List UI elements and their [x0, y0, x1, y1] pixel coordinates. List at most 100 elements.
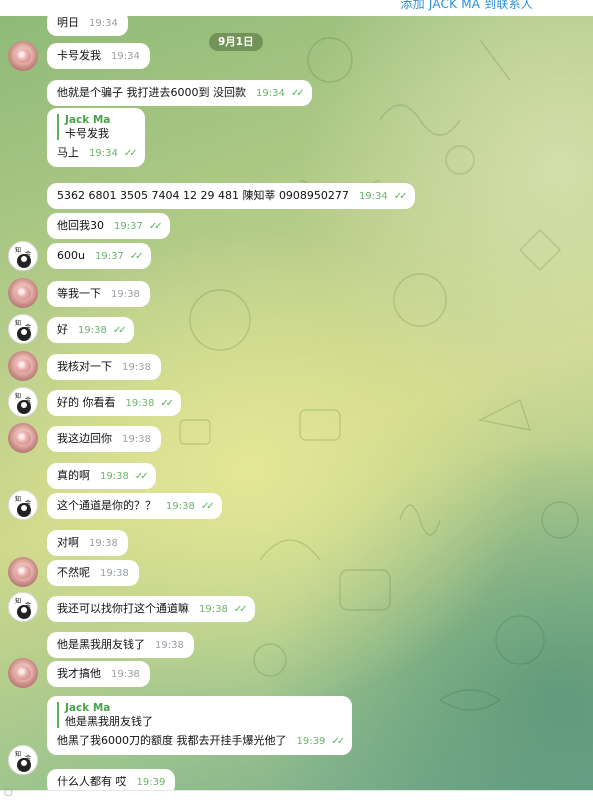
message-text: 我这边回你: [57, 432, 112, 445]
quoted-message[interactable]: Jack Ma 他是黑我朋友钱了: [57, 702, 342, 728]
message-time: 19:38: [111, 289, 140, 300]
message-time: 19:34: [111, 51, 140, 62]
message-bubble[interactable]: 真的啊 19:38 ✓✓: [47, 463, 156, 489]
message-time: 19:38: [155, 640, 184, 651]
attach-icon[interactable]: ○: [4, 787, 13, 798]
message-time: 19:34: [358, 191, 388, 202]
message-time: 19:39: [136, 777, 166, 788]
message-text: 我才搞他: [57, 667, 101, 680]
message-bubble[interactable]: 对啊 19:38: [47, 530, 128, 556]
message-time: 19:38: [100, 471, 129, 482]
read-receipt-icon: ✓✓: [123, 148, 138, 159]
message-bubble[interactable]: 他回我30 19:37 ✓✓: [47, 213, 170, 239]
reply-message-bubble[interactable]: Jack Ma 他是黑我朋友钱了 他黑了我6000刀的额度 我都去开挂手爆光他了…: [47, 696, 353, 755]
read-receipt-icon: ✓✓: [160, 398, 174, 409]
avatar[interactable]: 知金: [8, 387, 38, 417]
avatar[interactable]: [8, 557, 38, 587]
message-time: 19:38: [125, 398, 155, 409]
add-to-contacts-link[interactable]: 添加 JACK MA 到联系人: [400, 0, 533, 12]
avatar[interactable]: 知金: [8, 490, 38, 520]
avatar[interactable]: [8, 423, 38, 453]
message-bubble[interactable]: 等我一下 19:38: [47, 281, 150, 307]
avatar[interactable]: 知金: [8, 241, 38, 271]
message-input-bar[interactable]: ○: [0, 787, 593, 800]
message-bubble[interactable]: 我核对一下 19:38: [47, 354, 161, 380]
message-text: 真的啊: [57, 469, 90, 482]
message-bubble[interactable]: 他就是个骗子 我打进去6000到 没回款 19:34 ✓✓: [47, 80, 312, 106]
chat-background: 9月1日 知金 知金 知金 知金 知金 知金 明日 19:34 卡号发我 19:34…: [0, 0, 593, 790]
message-text: 好的 你看看: [57, 396, 116, 409]
avatar[interactable]: [8, 658, 38, 688]
message-text: 他就是个骗子 我打进去6000到 没回款: [57, 86, 246, 99]
avatar[interactable]: [8, 278, 38, 308]
avatar[interactable]: [8, 41, 38, 71]
read-receipt-icon: ✓✓: [134, 471, 149, 482]
reply-message-bubble[interactable]: Jack Ma 卡号发我 马上 19:34 ✓✓: [47, 108, 145, 167]
avatar[interactable]: 知金: [8, 314, 38, 344]
message-bubble[interactable]: 好 19:38 ✓✓: [47, 317, 134, 343]
message-bubble[interactable]: 什么人都有 哎 19:39: [47, 769, 176, 790]
message-bubble[interactable]: 这个通道是你的？？ 19:38 ✓✓: [47, 493, 222, 519]
top-bar: 添加 JACK MA 到联系人: [0, 0, 593, 16]
message-text: 什么人都有 哎: [57, 775, 127, 788]
read-receipt-icon: ✓✓: [393, 191, 408, 202]
svg-text:知: 知: [15, 597, 21, 605]
message-bubble[interactable]: 600u 19:37 ✓✓: [47, 243, 151, 269]
svg-text:知: 知: [15, 495, 21, 503]
message-bubble[interactable]: 我这边回你 19:38: [47, 426, 161, 452]
message-time: 19:38: [122, 434, 151, 445]
message-text: 等我一下: [57, 287, 101, 300]
quoted-sender: Jack Ma: [65, 114, 111, 126]
quoted-text: 卡号发我: [65, 127, 109, 140]
read-receipt-icon: ✓✓: [112, 325, 127, 336]
date-pill: 9月1日: [209, 33, 263, 51]
message-bubble[interactable]: 5362 6801 3505 7404 12 29 481 陳知莘 090895…: [47, 183, 415, 209]
message-text: 对啊: [57, 536, 79, 549]
message-time: 19:38: [199, 604, 228, 615]
read-receipt-icon: ✓✓: [290, 88, 305, 99]
message-text: 他回我30: [57, 219, 104, 232]
read-receipt-icon: ✓✓: [200, 501, 215, 512]
message-text: 我还可以找你打这个通道嘛: [57, 602, 189, 615]
message-text: 卡号发我: [57, 49, 101, 62]
message-time: 19:38: [100, 568, 129, 579]
message-time: 19:34: [89, 148, 118, 159]
message-bubble[interactable]: 他是黑我朋友钱了 19:38: [47, 632, 194, 658]
message-time: 19:38: [166, 501, 195, 512]
quoted-text: 他是黑我朋友钱了: [65, 715, 153, 728]
message-text: 不然呢: [57, 566, 90, 579]
svg-text:知: 知: [15, 392, 21, 400]
quoted-message[interactable]: Jack Ma 卡号发我: [57, 114, 135, 140]
read-receipt-icon: ✓✓: [331, 736, 345, 747]
message-text: 600u: [57, 249, 85, 262]
message-time: 19:38: [78, 325, 107, 336]
message-text: 他黑了我6000刀的额度 我都去开挂手爆光他了: [57, 734, 287, 747]
avatar[interactable]: 知金: [8, 745, 38, 775]
read-receipt-icon: ✓✓: [233, 604, 248, 615]
message-bubble[interactable]: 好的 你看看 19:38 ✓✓: [47, 390, 182, 416]
message-time: 19:38: [89, 538, 118, 549]
message-text: 好: [57, 323, 68, 336]
quoted-sender: Jack Ma: [65, 702, 111, 714]
avatar[interactable]: [8, 351, 38, 381]
message-text: 明日: [57, 16, 79, 29]
read-receipt-icon: ✓✓: [129, 251, 144, 262]
svg-text:知: 知: [15, 750, 21, 758]
message-text: 这个通道是你的？？: [57, 499, 156, 512]
svg-text:知: 知: [15, 319, 21, 327]
message-time: 19:34: [256, 88, 285, 99]
svg-text:知: 知: [15, 246, 21, 254]
avatar[interactable]: 知金: [8, 592, 38, 622]
read-receipt-icon: ✓✓: [148, 221, 163, 232]
message-time: 19:39: [296, 736, 326, 747]
message-time: 19:38: [122, 362, 151, 373]
message-bubble[interactable]: 不然呢 19:38: [47, 560, 139, 586]
message-bubble[interactable]: 卡号发我 19:34: [47, 43, 150, 69]
message-bubble[interactable]: 我还可以找你打这个通道嘛 19:38 ✓✓: [47, 596, 255, 622]
message-time: 19:37: [114, 221, 143, 232]
message-text: 我核对一下: [57, 360, 112, 373]
message-time: 19:38: [111, 669, 140, 680]
message-bubble[interactable]: 我才搞他 19:38: [47, 661, 150, 687]
message-text: 他是黑我朋友钱了: [57, 638, 145, 651]
message-time: 19:37: [94, 251, 124, 262]
